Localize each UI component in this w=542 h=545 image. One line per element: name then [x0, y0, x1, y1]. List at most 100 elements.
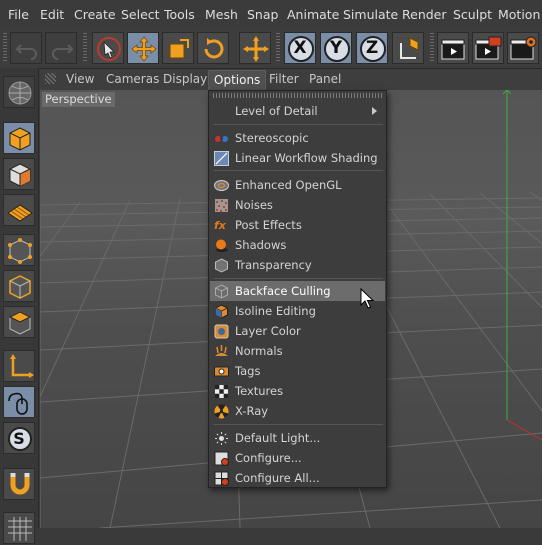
- grid-button[interactable]: [3, 512, 35, 544]
- viewport-menu-options[interactable]: Options: [208, 70, 267, 91]
- menu-item-tags[interactable]: Tags: [210, 361, 385, 381]
- menu-animate[interactable]: Animate: [287, 7, 339, 22]
- menu-create[interactable]: Create: [74, 7, 116, 22]
- menu-render[interactable]: Render: [402, 7, 447, 22]
- rotate-button[interactable]: [197, 32, 229, 64]
- edges-mode-icon: [9, 275, 31, 299]
- toolbar-grip[interactable]: [276, 33, 280, 63]
- menu-item-default-light[interactable]: Default Light...: [210, 428, 385, 448]
- menu-item-post-effects[interactable]: fx Post Effects: [210, 215, 385, 235]
- x-axis-label: X: [293, 38, 307, 58]
- viewport-menu-display[interactable]: Display: [163, 72, 207, 86]
- menu-item-label: Noises: [235, 198, 273, 212]
- viewport-menu-grip[interactable]: [45, 73, 56, 84]
- y-axis-lock-button[interactable]: Y: [320, 32, 352, 64]
- undo-icon: [15, 44, 37, 60]
- enhanced-opengl-icon: [214, 180, 229, 191]
- last-tool-button[interactable]: [239, 32, 271, 64]
- menu-file[interactable]: File: [8, 7, 29, 22]
- menu-item-x-ray[interactable]: X-Ray: [210, 401, 385, 421]
- textures-icon: [215, 385, 228, 398]
- z-axis-lock-button[interactable]: Z: [356, 32, 388, 64]
- texture-mode-button[interactable]: [3, 158, 35, 190]
- viewport-menu-cameras[interactable]: Cameras: [106, 72, 159, 86]
- menu-item-configure-all[interactable]: Configure All...: [210, 468, 385, 488]
- menu-item-noises[interactable]: Noises: [210, 195, 385, 215]
- menu-edit[interactable]: Edit: [40, 7, 64, 22]
- menu-separator: [213, 170, 383, 171]
- menu-item-label: Stereoscopic: [235, 131, 309, 145]
- menu-item-backface-culling[interactable]: Backface Culling: [210, 281, 385, 301]
- menu-item-enhanced-opengl[interactable]: Enhanced OpenGL: [210, 175, 385, 195]
- layer-color-icon: [214, 324, 229, 339]
- redo-button[interactable]: [45, 32, 77, 64]
- undo-button[interactable]: [10, 32, 42, 64]
- x-ray-icon: [214, 404, 229, 419]
- viewport-menu-filter[interactable]: Filter: [269, 72, 299, 86]
- menu-snap[interactable]: Snap: [247, 7, 278, 22]
- render-picture-viewer-icon: [475, 36, 502, 60]
- menu-item-textures[interactable]: Textures: [210, 381, 385, 401]
- edges-mode-button[interactable]: [3, 270, 35, 302]
- menu-tools[interactable]: Tools: [164, 7, 195, 22]
- menu-simulate[interactable]: Simulate: [343, 7, 398, 22]
- z-axis-label: Z: [365, 38, 379, 58]
- render-settings-icon: [510, 36, 537, 60]
- menu-mesh[interactable]: Mesh: [205, 7, 238, 22]
- menu-separator: [213, 124, 383, 125]
- workplane-mode-button[interactable]: [3, 194, 35, 226]
- normals-icon: [215, 345, 228, 356]
- scale-button[interactable]: [162, 32, 194, 64]
- toolbar-grip[interactable]: [3, 33, 7, 63]
- menu-item-transparency[interactable]: Transparency: [210, 255, 385, 275]
- x-axis-lock-button[interactable]: X: [284, 32, 316, 64]
- toolbar-grip[interactable]: [83, 33, 87, 63]
- shadows-icon: [216, 239, 228, 252]
- menu-select[interactable]: Select: [121, 7, 160, 22]
- backface-culling-icon: [215, 284, 228, 299]
- menu-item-isoline-editing[interactable]: Isoline Editing: [210, 301, 385, 321]
- viewport-layout-button[interactable]: [3, 76, 35, 108]
- menu-sculpt[interactable]: Sculpt: [453, 7, 492, 22]
- solo-label: S: [13, 429, 25, 448]
- menu-item-normals[interactable]: Normals: [210, 341, 385, 361]
- coordinate-system-button[interactable]: [392, 32, 424, 64]
- menu-item-label: Linear Workflow Shading: [235, 151, 378, 165]
- solo-mode-button[interactable]: S: [3, 422, 35, 454]
- menu-separator: [213, 424, 383, 425]
- menu-item-level-of-detail[interactable]: Level of Detail: [210, 101, 385, 121]
- tags-icon: [214, 366, 229, 377]
- move-icon: [131, 36, 157, 62]
- menu-item-configure[interactable]: Configure...: [210, 448, 385, 468]
- menu-motion-tracker[interactable]: Motion T: [498, 7, 542, 22]
- polygons-mode-button[interactable]: [3, 306, 35, 338]
- toolbar-grip[interactable]: [430, 33, 434, 63]
- magnet-button[interactable]: [3, 468, 35, 500]
- menu-item-stereoscopic[interactable]: Stereoscopic: [210, 128, 385, 148]
- render-view-button[interactable]: [437, 32, 469, 64]
- magnet-icon: [10, 473, 30, 495]
- menu-item-label: Default Light...: [235, 431, 321, 445]
- menu-item-label: Transparency: [235, 258, 312, 272]
- menu-item-shadows[interactable]: Shadows: [210, 235, 385, 255]
- render-settings-button[interactable]: [507, 32, 539, 64]
- menu-item-layer-color[interactable]: Layer Color: [210, 321, 385, 341]
- axis-mode-button[interactable]: [3, 350, 35, 382]
- live-selection-button[interactable]: [92, 32, 124, 64]
- configure-icon: [214, 451, 229, 466]
- left-toolbar: S: [0, 68, 39, 544]
- menu-tearoff-grip[interactable]: [213, 93, 382, 98]
- viewport-menu-view[interactable]: View: [66, 72, 94, 86]
- grid-icon: [8, 517, 32, 541]
- points-mode-button[interactable]: [3, 234, 35, 266]
- submenu-arrow-icon: [372, 107, 377, 115]
- move-button[interactable]: [127, 32, 159, 64]
- menu-item-label: Textures: [235, 384, 284, 398]
- tweak-mode-button[interactable]: [3, 386, 35, 418]
- render-picture-viewer-button[interactable]: [472, 32, 504, 64]
- model-mode-button[interactable]: [3, 122, 35, 154]
- menu-item-label: Enhanced OpenGL: [235, 178, 342, 192]
- texture-mode-icon: [9, 163, 31, 187]
- menu-item-linear-workflow-shading[interactable]: Linear Workflow Shading: [210, 148, 385, 168]
- viewport-menu-panel[interactable]: Panel: [309, 72, 341, 86]
